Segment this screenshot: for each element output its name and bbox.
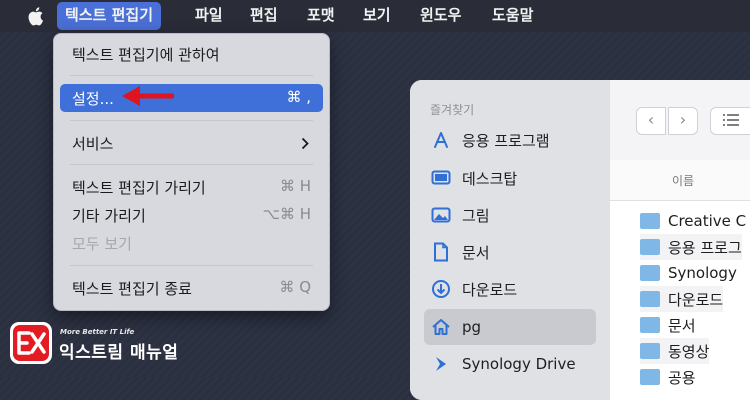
file-row[interactable]: 다운로드 xyxy=(640,286,724,312)
sidebar-item-downloads[interactable]: 다운로드 xyxy=(424,273,596,305)
extreme-manual-logo-icon xyxy=(10,322,52,364)
menu-item-shortcut: ⌥⌘ H xyxy=(262,205,311,223)
menu-file[interactable]: 파일 xyxy=(195,0,223,32)
sidebar-item-documents[interactable]: 문서 xyxy=(424,236,596,268)
applications-icon xyxy=(430,129,452,151)
list-view-icon xyxy=(723,114,739,126)
file-row[interactable]: 응용 프로그 xyxy=(640,234,742,260)
menu-item-label: 텍스트 편집기 가리기 xyxy=(72,179,206,197)
movies-folder-icon xyxy=(640,343,660,359)
menu-format[interactable]: 포맷 xyxy=(307,0,335,32)
document-icon xyxy=(430,241,452,263)
file-name: Synology xyxy=(668,264,737,282)
file-name: 응용 프로그 xyxy=(668,238,742,257)
synology-folder-icon xyxy=(640,265,660,281)
sidebar-item-pictures[interactable]: 그림 xyxy=(424,199,596,231)
sidebar-item-desktop[interactable]: 데스크탑 xyxy=(424,162,596,194)
app-menu-dropdown: 텍스트 편집기에 관하여 설정... ⌘ , 서비스 텍스트 편집기 가리기 ⌘… xyxy=(53,33,330,311)
menu-item-hide[interactable]: 텍스트 편집기 가리기 ⌘ H xyxy=(60,173,323,201)
menu-window[interactable]: 윈도우 xyxy=(420,0,461,32)
finder-sidebar: 즐겨찾기 응용 프로그램 데스크탑 그림 문서 다운로드 pg Synology… xyxy=(410,80,610,400)
menu-item-label: 텍스트 편집기에 관하여 xyxy=(72,46,220,64)
downloads-folder-icon xyxy=(640,291,660,307)
forward-button[interactable]: › xyxy=(668,107,698,135)
documents-folder-icon xyxy=(640,317,660,333)
finder-window: 즐겨찾기 응용 프로그램 데스크탑 그림 문서 다운로드 pg Synology… xyxy=(410,80,750,400)
menu-item-quit[interactable]: 텍스트 편집기 종료 ⌘ Q xyxy=(60,274,323,302)
apple-logo-icon[interactable] xyxy=(26,6,44,26)
home-icon xyxy=(430,316,452,338)
folder-icon xyxy=(640,213,660,229)
file-name: 다운로드 xyxy=(668,290,724,309)
menu-item-label: 텍스트 편집기 종료 xyxy=(72,280,192,298)
applications-folder-icon xyxy=(640,239,660,255)
menu-item-label: 모두 보기 xyxy=(72,235,132,253)
sidebar-item-label: pg xyxy=(462,318,482,336)
menu-bar: 텍스트 편집기 파일 편집 포맷 보기 윈도우 도움말 xyxy=(0,0,750,32)
menu-separator xyxy=(70,75,313,76)
file-row[interactable]: Synology xyxy=(640,260,737,286)
menu-item-shortcut: ⌘ Q xyxy=(279,278,311,296)
pictures-icon xyxy=(430,204,452,226)
menu-item-label: 설정... xyxy=(72,90,114,108)
sidebar-item-label: 문서 xyxy=(462,243,490,262)
menu-help[interactable]: 도움말 xyxy=(492,0,533,32)
file-row[interactable]: 공용 xyxy=(640,364,696,390)
menu-separator xyxy=(70,164,313,165)
desktop-icon xyxy=(430,167,452,189)
menu-edit[interactable]: 편집 xyxy=(250,0,278,32)
synology-drive-icon xyxy=(430,353,452,375)
column-name-label[interactable]: 이름 xyxy=(672,172,694,189)
downloads-icon xyxy=(430,278,452,300)
sidebar-item-label: 그림 xyxy=(462,206,490,225)
menu-separator xyxy=(70,120,313,121)
file-name: 공용 xyxy=(668,368,696,387)
file-row[interactable]: 동영상 xyxy=(640,338,710,364)
menu-textedit[interactable]: 텍스트 편집기 xyxy=(57,2,162,30)
menu-item-services[interactable]: 서비스 xyxy=(60,129,323,157)
sidebar-header-favorites: 즐겨찾기 xyxy=(430,103,475,117)
public-folder-icon xyxy=(640,369,660,385)
file-name: 동영상 xyxy=(668,342,710,361)
file-name: Creative C xyxy=(668,212,747,230)
back-button[interactable]: ‹ xyxy=(636,107,666,135)
menu-item-shortcut: ⌘ H xyxy=(279,177,311,195)
red-arrow-annotation-icon xyxy=(122,86,174,106)
menu-item-show-all: 모두 보기 xyxy=(60,229,323,257)
list-view-button[interactable] xyxy=(710,107,750,135)
sidebar-item-label: 데스크탑 xyxy=(462,169,518,188)
menu-item-settings[interactable]: 설정... ⌘ , xyxy=(60,84,323,112)
sidebar-item-label: Synology Drive xyxy=(462,355,576,373)
sidebar-item-home[interactable]: pg xyxy=(424,309,596,345)
chevron-right-icon xyxy=(301,137,309,150)
file-row[interactable]: 문서 xyxy=(640,312,696,338)
menu-item-hide-others[interactable]: 기타 가리기 ⌥⌘ H xyxy=(60,201,323,229)
sidebar-item-label: 다운로드 xyxy=(462,280,518,299)
menu-separator xyxy=(70,265,313,266)
logo-name: 익스트림 매뉴얼 xyxy=(59,343,179,363)
file-row[interactable]: Creative C xyxy=(640,208,746,234)
menu-item-about[interactable]: 텍스트 편집기에 관하여 xyxy=(60,40,323,68)
menu-item-shortcut: ⌘ , xyxy=(286,88,311,106)
file-name: 문서 xyxy=(668,316,696,335)
sidebar-item-applications[interactable]: 응용 프로그램 xyxy=(424,124,596,156)
menu-item-label: 기타 가리기 xyxy=(72,207,146,225)
sidebar-item-label: 응용 프로그램 xyxy=(462,131,550,150)
sidebar-item-synology-drive[interactable]: Synology Drive xyxy=(424,348,596,380)
menu-item-label: 서비스 xyxy=(72,135,114,153)
logo-tagline: More Better IT Life xyxy=(60,328,135,336)
menu-view[interactable]: 보기 xyxy=(363,0,391,32)
